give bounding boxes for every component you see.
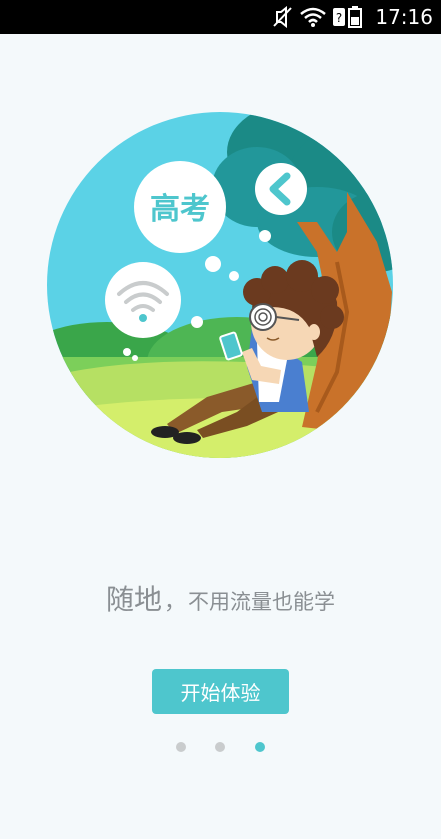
- page-dot-3-active[interactable]: [255, 742, 265, 752]
- page-indicator: [0, 742, 441, 754]
- sim-unknown-icon: ?: [333, 8, 345, 26]
- back-arrow-icon: [255, 163, 307, 215]
- onboarding-illustration: 高考: [47, 112, 393, 458]
- tagline-rest: 不用流量也能学: [188, 590, 336, 614]
- svg-text:?: ?: [336, 11, 342, 25]
- status-time: 17:16: [375, 5, 433, 29]
- page-dot-2[interactable]: [215, 742, 225, 752]
- start-experience-button[interactable]: 开始体验: [152, 669, 289, 714]
- status-bar: ? 17:16: [0, 0, 441, 34]
- mute-icon: [273, 6, 292, 28]
- tagline-separator: ，: [164, 590, 187, 615]
- tagline-emphasis: 随地: [105, 583, 162, 616]
- status-icons: ?: [273, 6, 362, 28]
- tagline: 随地，不用流量也能学: [0, 578, 441, 618]
- battery-icon: [348, 6, 362, 28]
- page-dot-1[interactable]: [176, 742, 186, 752]
- exam-bubble-text: 高考: [150, 192, 210, 227]
- wifi-icon: [300, 7, 326, 27]
